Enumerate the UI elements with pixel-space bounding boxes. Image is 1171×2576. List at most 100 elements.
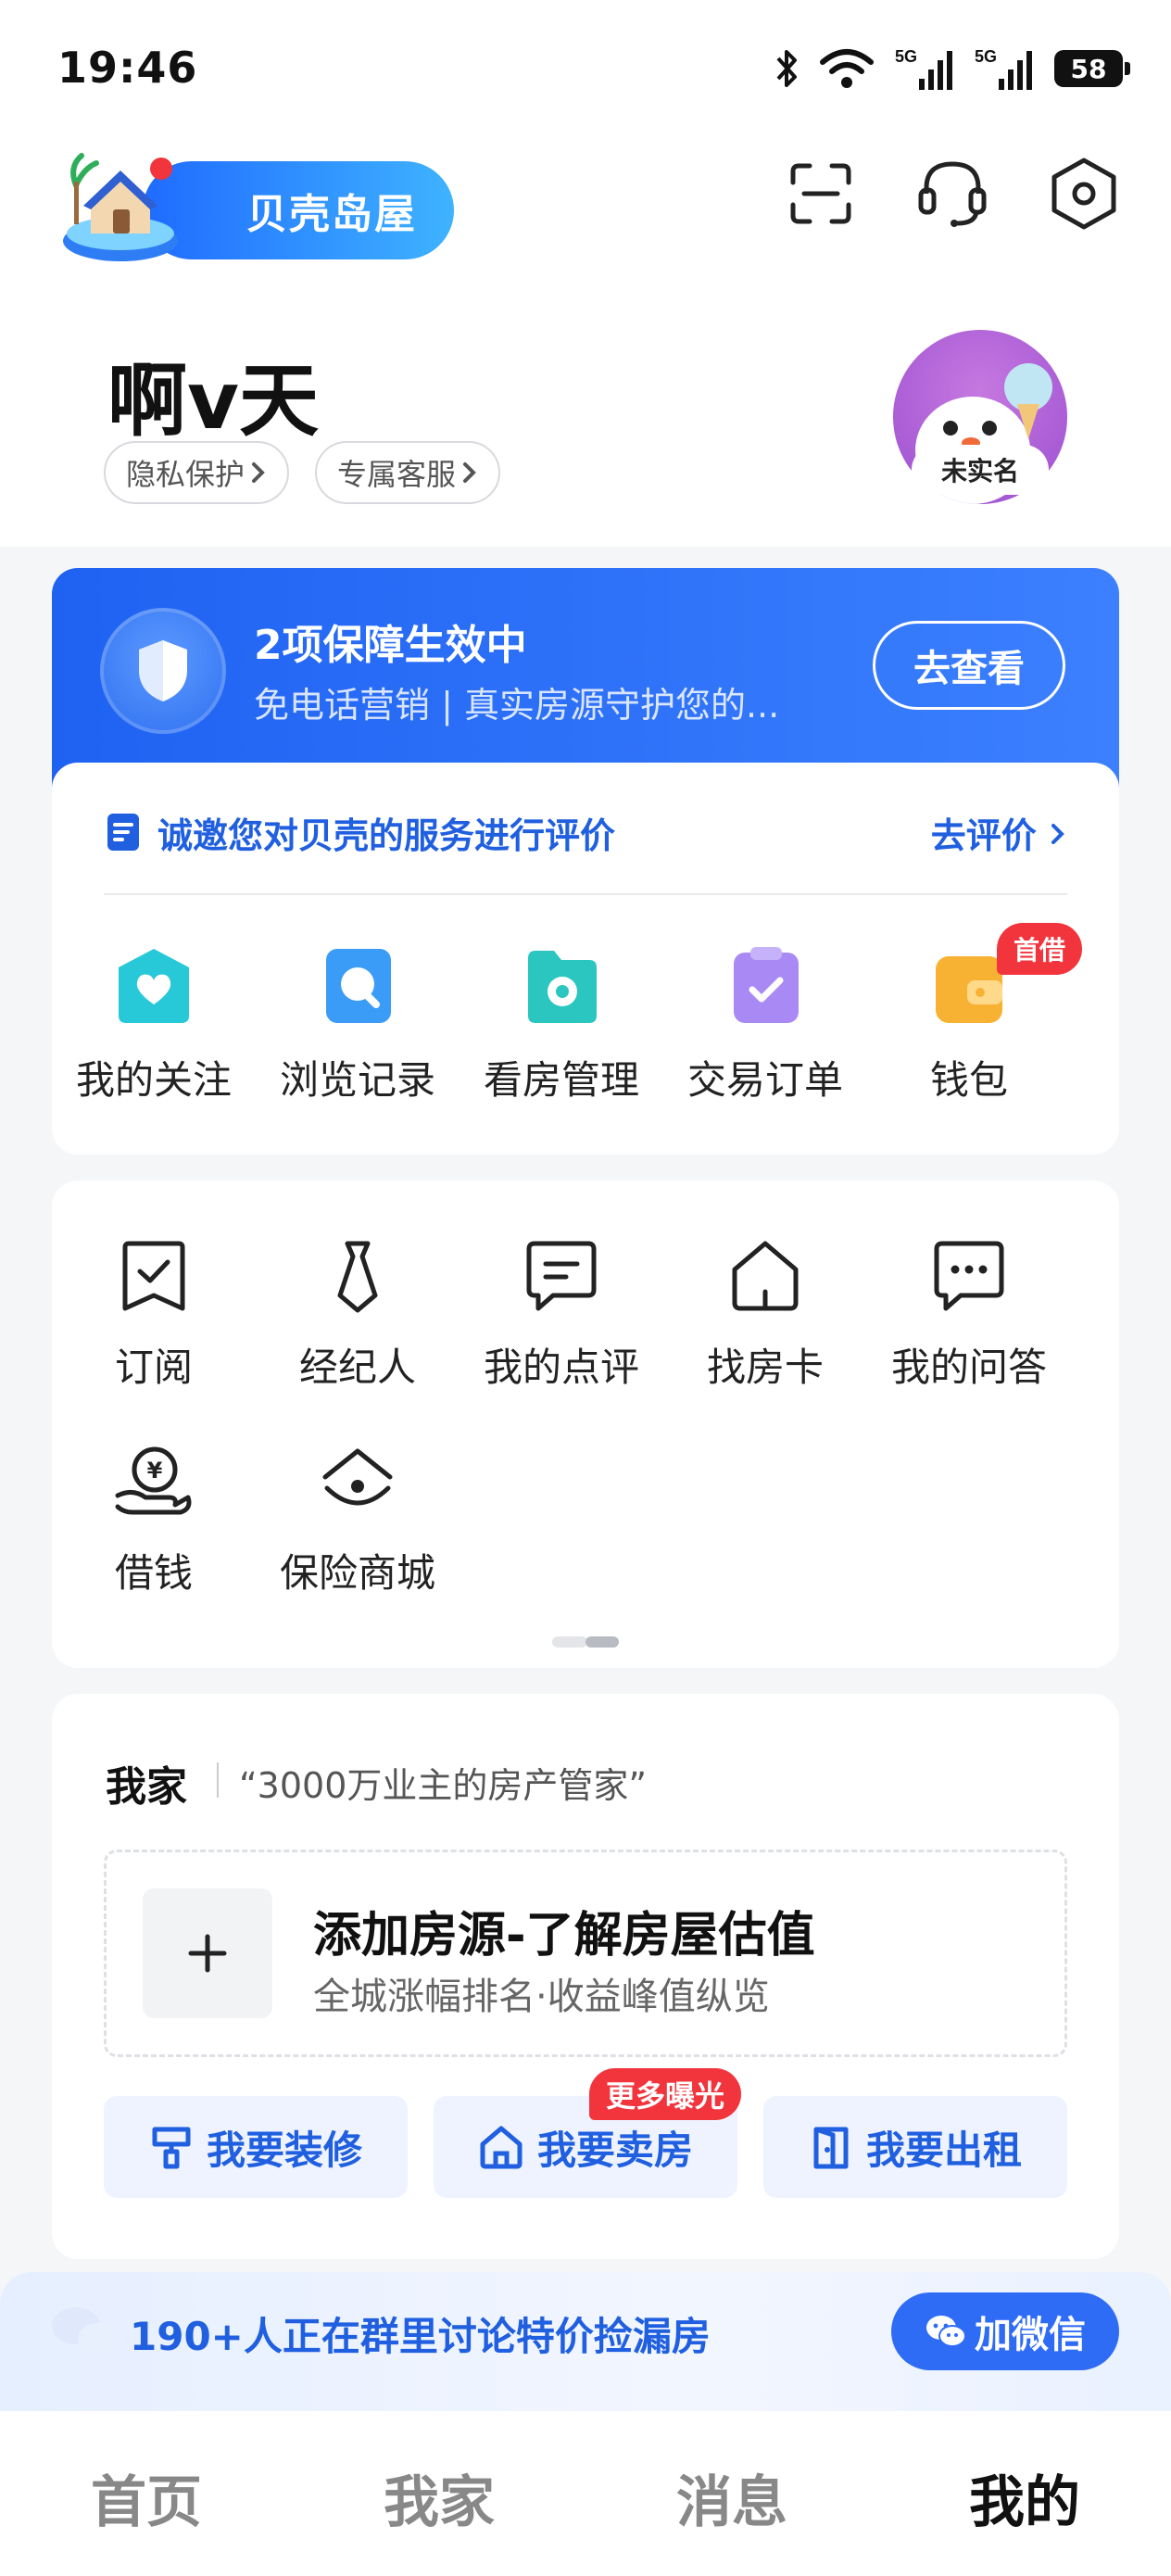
paint-brush-icon xyxy=(152,2127,191,2169)
app-logo[interactable]: 贝壳岛屋 xyxy=(59,148,454,265)
review-invite-row[interactable]: 诚邀您对贝壳的服务进行评价 去评价 xyxy=(104,802,1067,862)
group-banner-text: 190+人正在群里讨论特价捡漏房 xyxy=(130,2314,711,2359)
tool-label: 我的问答 xyxy=(890,1345,1047,1390)
scan-button[interactable] xyxy=(786,154,856,234)
svg-text:¥: ¥ xyxy=(147,1458,163,1484)
logo-text: 贝壳岛屋 xyxy=(143,161,454,259)
status-bar: 19:46 5G 5G 58 xyxy=(0,0,1171,139)
header-actions xyxy=(786,154,1119,234)
shield-icon xyxy=(139,640,187,701)
service-orders[interactable]: 交易订单 xyxy=(663,943,867,1105)
renovate-button[interactable]: 我要装修 xyxy=(104,2096,408,2198)
status-time: 19:46 xyxy=(57,43,198,93)
review-link[interactable]: 去评价 xyxy=(931,807,1067,858)
wechat-button-label: 加微信 xyxy=(975,2314,1086,2356)
privacy-chip[interactable]: 隐私保护 xyxy=(104,441,290,504)
house-card-icon xyxy=(732,1241,799,1311)
tab-home[interactable]: 首页 xyxy=(0,2411,293,2576)
tool-label: 我的点评 xyxy=(483,1345,639,1390)
folder-icon xyxy=(528,951,597,1023)
add-wechat-button[interactable]: 加微信 xyxy=(891,2292,1119,2370)
signal-5g-icon: 5G xyxy=(895,47,952,90)
qa-icon xyxy=(934,1241,1004,1311)
page-dot-active xyxy=(586,1636,619,1648)
chat-bubbles-icon xyxy=(52,2307,119,2355)
tool-insurance[interactable]: 保险商城 xyxy=(256,1444,460,1598)
scan-icon xyxy=(790,163,851,224)
divider xyxy=(104,893,1067,895)
tab-mine[interactable]: 我的 xyxy=(878,2411,1171,2576)
service-label: 看房管理 xyxy=(483,1057,639,1103)
tools-row-2: ¥ 借钱 保险商城 xyxy=(52,1444,1119,1598)
add-property-button[interactable] xyxy=(143,1888,272,2018)
page-dot xyxy=(552,1636,587,1648)
verification-badge[interactable]: 未实名 xyxy=(912,445,1049,495)
tool-comments[interactable]: 我的点评 xyxy=(460,1238,663,1393)
wallet-badge: 首借 xyxy=(997,923,1083,975)
settings-hexagon-icon xyxy=(1051,158,1116,230)
tool-house-card[interactable]: 找房卡 xyxy=(663,1238,867,1393)
tab-my-home[interactable]: 我家 xyxy=(293,2411,586,2576)
search-icon xyxy=(326,949,391,1023)
agent-tie-icon xyxy=(337,1241,378,1313)
view-protection-button[interactable]: 去查看 xyxy=(873,621,1065,710)
house-icon xyxy=(480,2126,523,2169)
my-home-title: 我家 xyxy=(106,1763,187,1811)
plus-icon xyxy=(188,1934,227,1973)
service-viewing[interactable]: 看房管理 xyxy=(460,943,663,1105)
service-label: 我的关注 xyxy=(75,1057,232,1103)
sell-badge: 更多曝光 xyxy=(589,2068,742,2120)
protection-subtitle: 免电话营销 | 真实房源守护您的... xyxy=(254,685,780,726)
chip-label: 专属客服 xyxy=(337,457,457,492)
bluetooth-icon xyxy=(776,50,797,87)
chip-label: 隐私保护 xyxy=(126,457,246,492)
chevron-right-icon xyxy=(463,462,476,483)
heart-icon xyxy=(119,949,189,1023)
rent-out-button[interactable]: 我要出租 xyxy=(763,2096,1067,2198)
island-house-icon xyxy=(63,153,178,261)
service-label: 钱包 xyxy=(929,1057,1008,1103)
customer-service-button[interactable] xyxy=(917,154,988,234)
tool-qa[interactable]: 我的问答 xyxy=(867,1238,1071,1393)
shield-badge xyxy=(100,608,226,734)
service-history[interactable]: 浏览记录 xyxy=(256,943,460,1105)
action-label: 我要出租 xyxy=(865,2127,1022,2173)
svg-text:5G: 5G xyxy=(895,47,917,66)
tool-subscribe[interactable]: 订阅 xyxy=(52,1238,256,1393)
svg-text:5G: 5G xyxy=(975,47,997,66)
action-label: 我要卖房 xyxy=(536,2127,693,2173)
settings-button[interactable] xyxy=(1049,154,1119,234)
tool-label: 找房卡 xyxy=(706,1345,824,1390)
signal-5g-icon: 5G xyxy=(975,47,1032,90)
document-icon xyxy=(107,814,139,851)
tools-row-1: 订阅 经纪人 我的点评 找房卡 我的问答 xyxy=(52,1238,1119,1393)
comment-icon xyxy=(526,1241,597,1311)
add-property-subtitle: 全城涨幅排名·收益峰值纵览 xyxy=(313,1976,770,2018)
chevron-right-icon xyxy=(252,462,265,483)
door-icon xyxy=(813,2127,849,2169)
service-label: 浏览记录 xyxy=(279,1057,435,1103)
exclusive-service-chip[interactable]: 专属客服 xyxy=(315,441,501,504)
wifi-icon xyxy=(820,49,874,88)
chevron-right-icon xyxy=(1051,823,1064,844)
page-indicator xyxy=(552,1636,619,1648)
tool-agent[interactable]: 经纪人 xyxy=(256,1238,460,1393)
tab-messages[interactable]: 消息 xyxy=(586,2411,878,2576)
tool-loan[interactable]: ¥ 借钱 xyxy=(52,1444,256,1598)
status-icons: 5G 5G 58 xyxy=(774,43,1130,95)
service-favorites[interactable]: 我的关注 xyxy=(52,943,256,1105)
my-home-slogan: “3000万业主的房产管家” xyxy=(239,1765,648,1806)
headset-icon xyxy=(918,161,987,227)
tool-label: 保险商城 xyxy=(279,1550,435,1596)
divider xyxy=(217,1762,219,1798)
clipboard-icon xyxy=(734,947,799,1023)
wechat-icon xyxy=(926,2316,966,2347)
tool-label: 借钱 xyxy=(114,1550,193,1596)
service-label: 交易订单 xyxy=(686,1057,843,1103)
subscribe-icon xyxy=(122,1241,185,1311)
battery-indicator: 58 xyxy=(1054,50,1130,87)
protection-title: 2项保障生效中 xyxy=(254,622,527,669)
insurance-icon xyxy=(322,1448,393,1506)
quick-services-row: 我的关注 浏览记录 看房管理 交易订单 钱包 xyxy=(52,943,1119,1105)
tool-label: 订阅 xyxy=(114,1345,193,1390)
